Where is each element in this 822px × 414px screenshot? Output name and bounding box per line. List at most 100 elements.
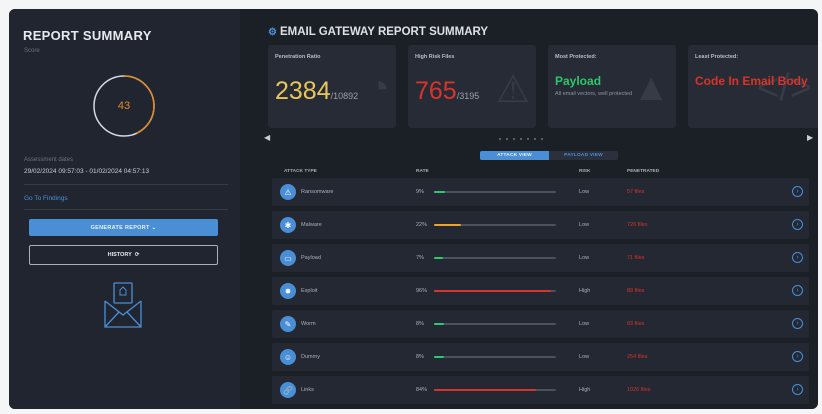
risk-level: Low xyxy=(579,189,590,195)
attack-rate: 8% xyxy=(416,354,424,360)
risk-header: RISK xyxy=(579,169,591,174)
card-label: High Risk Files xyxy=(415,54,455,60)
penetrated-count: 1026 files xyxy=(627,387,651,393)
rate-bar-fill xyxy=(434,191,445,193)
payload-icon: ▭ xyxy=(280,250,296,266)
penetrated-count: 88 files xyxy=(627,288,645,294)
table-row[interactable]: ☺ Dummy 8% Low 254 files › xyxy=(272,343,809,371)
row-details-icon[interactable]: › xyxy=(792,252,803,263)
penetrated-count: 57 files xyxy=(627,189,645,195)
table-row[interactable]: ▭ Payload 7% Low 71 files › xyxy=(272,244,809,272)
attack-rate: 9% xyxy=(416,189,424,195)
risk-level: Low xyxy=(579,255,590,261)
rate-bar-fill xyxy=(434,257,443,259)
risk-level: Low xyxy=(579,321,590,327)
row-details-icon[interactable]: › xyxy=(792,186,803,197)
rate-bar xyxy=(434,191,556,193)
email-gateway-panel: ⚙ EMAIL GATEWAY REPORT SUMMARY Penetrati… xyxy=(254,9,818,409)
score-value: 43 xyxy=(117,100,131,112)
report-summary-panel: REPORT SUMMARY Score 43 Assessment dates… xyxy=(9,9,240,409)
report-summary-title: REPORT SUMMARY xyxy=(23,28,152,43)
view-toggle: ATTACK VIEW PAYLOAD VIEW xyxy=(480,151,618,160)
app-frame: REPORT SUMMARY Score 43 Assessment dates… xyxy=(9,9,818,409)
penetration-ratio-card: Penetration Ratio ◔ 2384/10892 xyxy=(268,45,396,128)
history-button[interactable]: HISTORY ⟳ xyxy=(29,245,218,265)
least-protected-card: Least Protected: </> Code In Email Body xyxy=(688,45,818,128)
least-protected-value: Code In Email Body xyxy=(695,74,808,88)
divider xyxy=(24,209,228,210)
table-row[interactable]: ✎ Worm 8% Low 83 files › xyxy=(272,310,809,338)
row-details-icon[interactable]: › xyxy=(792,285,803,296)
high-risk-files-total: /3195 xyxy=(456,91,480,101)
warning-icon: ⚠ xyxy=(495,69,530,111)
risk-level: High xyxy=(579,387,591,393)
risk-level: High xyxy=(579,288,591,294)
attack-rate: 7% xyxy=(416,255,424,261)
email-envelope-icon xyxy=(104,282,142,328)
worm-icon: ✎ xyxy=(280,316,296,332)
history-label: HISTORY xyxy=(107,252,132,258)
attack-type-name: Payload xyxy=(301,255,321,261)
penetrated-header: PENETRATED xyxy=(627,169,660,174)
row-details-icon[interactable]: › xyxy=(792,219,803,230)
rate-bar xyxy=(434,356,556,358)
most-protected-value: Payload xyxy=(555,74,602,88)
penetration-ratio-count: 2384 xyxy=(275,77,331,105)
rate-bar-fill xyxy=(434,356,444,358)
gateway-icon: ⚙ xyxy=(268,26,277,38)
attack-view-tab[interactable]: ATTACK VIEW xyxy=(480,151,549,160)
risk-level: Low xyxy=(579,354,590,360)
rate-bar-fill xyxy=(434,224,461,226)
generate-report-button[interactable]: GENERATE REPORT ⌄ xyxy=(29,219,218,236)
card-label: Least Protected: xyxy=(695,54,739,60)
table-row[interactable]: ⚠ Ransomware 9% Low 57 files › xyxy=(272,178,809,206)
attack-type-name: Links xyxy=(301,387,314,393)
row-details-icon[interactable]: › xyxy=(792,351,803,362)
table-row[interactable]: 🔗 Links 84% High 1026 files › xyxy=(272,376,809,404)
attack-type-name: Dummy xyxy=(301,354,320,360)
malware-icon: ✱ xyxy=(280,217,296,233)
row-details-icon[interactable]: › xyxy=(792,318,803,329)
payload-view-tab[interactable]: PAYLOAD VIEW xyxy=(549,151,618,160)
high-risk-files-count: 765 xyxy=(415,77,457,105)
assessment-dates-value: 29/02/2024 09:57:03 - 01/02/2024 04:57:1… xyxy=(24,168,150,175)
penetrated-count: 254 files xyxy=(627,354,648,360)
risk-level: Low xyxy=(579,222,590,228)
attack-type-name: Ransomware xyxy=(301,189,334,195)
table-row[interactable]: ✸ Exploit 96% High 88 files › xyxy=(272,277,809,305)
score-label: Score xyxy=(24,48,40,54)
dummy-icon: ☺ xyxy=(280,349,296,365)
rate-header: RATE xyxy=(416,169,429,174)
carousel-next-icon[interactable]: ▶ xyxy=(807,133,813,142)
weight-icon: ▲ xyxy=(632,67,670,109)
history-icon: ⟳ xyxy=(134,252,140,258)
rate-bar-fill xyxy=(434,389,537,391)
assessment-dates-label: Assessment dates xyxy=(24,157,74,163)
go-to-findings-link[interactable]: Go To Findings xyxy=(24,195,68,202)
carousel-dots[interactable] xyxy=(499,138,543,140)
card-label: Most Protected: xyxy=(555,54,597,60)
penetration-ratio-total: /10892 xyxy=(330,91,359,101)
most-protected-card: Most Protected: ▲ Payload All email vect… xyxy=(548,45,676,128)
carousel-prev-icon[interactable]: ◀ xyxy=(264,133,270,142)
rate-bar xyxy=(434,323,556,325)
high-risk-files-card: High Risk Files ⚠ 765/3195 xyxy=(408,45,536,128)
email-gateway-title: ⚙ EMAIL GATEWAY REPORT SUMMARY xyxy=(268,26,488,38)
rate-bar xyxy=(434,224,556,226)
penetrated-count: 726 files xyxy=(627,222,648,228)
pie-chart-icon: ◔ xyxy=(367,67,390,109)
attack-rate: 96% xyxy=(416,288,428,294)
attack-type-name: Exploit xyxy=(301,288,318,294)
email-gateway-title-text: EMAIL GATEWAY REPORT SUMMARY xyxy=(279,26,489,38)
ransomware-icon: ⚠ xyxy=(280,184,296,200)
links-icon: 🔗 xyxy=(280,382,296,398)
attack-rate: 8% xyxy=(416,321,424,327)
divider xyxy=(24,184,228,185)
rate-bar xyxy=(434,290,556,292)
card-label: Penetration Ratio xyxy=(275,54,321,60)
row-details-icon[interactable]: › xyxy=(792,384,803,395)
penetrated-count: 83 files xyxy=(627,321,645,327)
attack-rate: 22% xyxy=(416,222,428,228)
rate-bar xyxy=(434,389,556,391)
table-row[interactable]: ✱ Malware 22% Low 726 files › xyxy=(272,211,809,239)
